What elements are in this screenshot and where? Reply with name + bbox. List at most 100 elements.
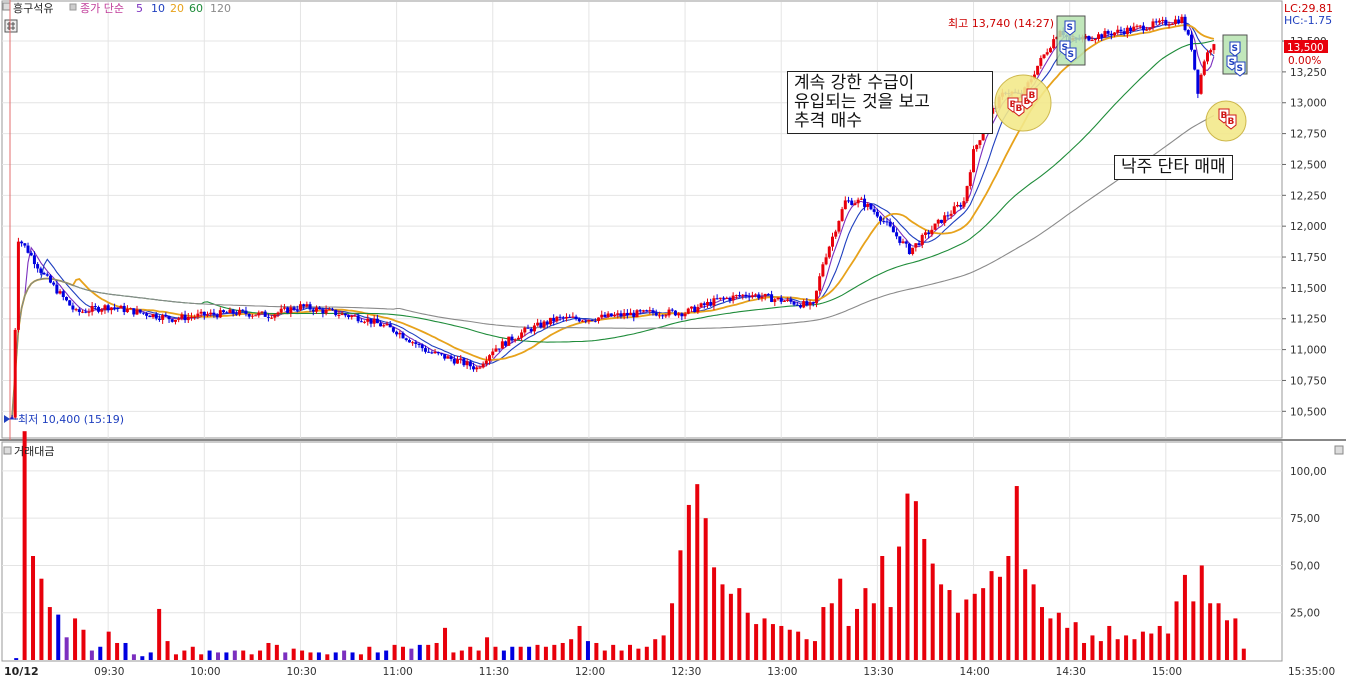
candle-body	[898, 236, 902, 243]
candle-body	[657, 315, 661, 317]
volume-bar	[1107, 625, 1112, 660]
candle-body	[859, 198, 863, 200]
ma-period-120: 120	[210, 2, 231, 15]
candle-body	[593, 320, 597, 322]
candle-body	[1052, 39, 1056, 49]
annotation-dip-trade: 낙주 단타 매매	[1114, 155, 1233, 180]
candle-body	[798, 305, 802, 308]
dip-sell-marker-0-label: S	[1232, 44, 1238, 54]
candle-body	[516, 337, 520, 340]
candle-body	[353, 315, 357, 317]
candle-body	[39, 268, 43, 273]
candle-body	[555, 316, 559, 322]
candle-body	[331, 309, 335, 311]
candle-body	[1100, 34, 1104, 38]
candle-body	[347, 315, 351, 318]
volume-bar	[754, 624, 759, 660]
candle-body	[340, 313, 344, 315]
time-tick-label: 10:00	[190, 666, 220, 678]
volume-bar	[1157, 625, 1162, 660]
candle-body	[959, 204, 963, 207]
candle-body	[757, 294, 761, 299]
candle-body	[295, 309, 299, 311]
candle-body	[270, 317, 274, 319]
candle-body	[1151, 21, 1155, 28]
candle-body	[664, 315, 668, 317]
volume-menu-icon[interactable]	[3, 446, 12, 455]
volume-bar	[913, 501, 918, 660]
candle-body	[654, 312, 658, 316]
candle-body	[13, 329, 17, 418]
candle-body	[23, 243, 27, 246]
candle-body	[955, 204, 959, 207]
volume-bar	[1082, 642, 1087, 660]
grid-toggle-icon[interactable]	[4, 19, 18, 33]
candle-body	[196, 313, 200, 317]
volume-bar	[131, 654, 136, 660]
candle-body	[568, 316, 572, 318]
volume-bar	[207, 650, 212, 660]
candle-body	[407, 340, 411, 343]
candle-body	[398, 332, 402, 335]
price-tick-label: 13,000	[1290, 98, 1327, 110]
legend-toggle-icon[interactable]	[69, 3, 77, 11]
candle-body	[821, 264, 825, 277]
candle-body	[209, 312, 213, 315]
candle-body	[808, 302, 812, 306]
volume-bar	[89, 650, 94, 660]
candle-body	[1205, 52, 1209, 62]
candle-body	[939, 219, 943, 223]
volume-bar	[1166, 633, 1171, 660]
volume-bar	[1023, 569, 1028, 660]
candle-body	[254, 315, 258, 317]
time-tick-label: 13:30	[863, 666, 893, 678]
candle-body	[324, 309, 328, 314]
volume-panel-close-icon[interactable]	[1334, 445, 1344, 455]
candle-body	[680, 313, 684, 317]
volume-bar	[510, 646, 515, 660]
candle-body	[766, 293, 770, 295]
candle-body	[693, 306, 697, 313]
volume-bar	[838, 578, 843, 660]
candle-body	[917, 243, 921, 245]
volume-bar	[182, 650, 187, 660]
candle-body	[97, 307, 101, 312]
candle-body	[529, 328, 533, 332]
candle-body	[891, 226, 895, 233]
dip-sell-marker-2-label: S	[1237, 64, 1243, 74]
candle-body	[699, 303, 703, 308]
candle-body	[574, 316, 578, 319]
candle-body	[1189, 34, 1193, 50]
volume-bar	[720, 584, 725, 660]
candle-body	[260, 311, 264, 313]
candle-body	[968, 172, 972, 187]
candle-body	[920, 234, 924, 245]
volume-bar	[1073, 622, 1078, 660]
volume-bar	[224, 652, 229, 660]
candle-body	[1173, 19, 1177, 24]
candle-body	[641, 310, 645, 312]
volume-bar	[31, 556, 36, 660]
candle-body	[183, 314, 187, 321]
candle-body	[363, 321, 367, 323]
volume-bar	[644, 646, 649, 660]
candle-body	[116, 307, 120, 309]
candle-body	[587, 319, 591, 322]
candle-body	[247, 313, 251, 317]
price-tick-label: 12,250	[1290, 190, 1327, 202]
volume-bar	[594, 642, 599, 660]
volume-bar	[518, 646, 523, 660]
price-tick-label: 12,000	[1290, 221, 1327, 233]
volume-bar	[165, 641, 170, 660]
candle-body	[545, 321, 549, 325]
volume-bar	[1098, 641, 1103, 660]
candle-body	[497, 348, 501, 350]
volume-bar	[14, 658, 19, 660]
volume-tick-label: 100,00	[1290, 466, 1327, 478]
ma-period-20: 20	[170, 2, 184, 15]
volume-bar	[897, 546, 902, 660]
volume-bar	[628, 644, 632, 660]
candle-body	[122, 305, 126, 313]
panel-menu-icon[interactable]	[2, 2, 11, 11]
candle-body	[1093, 38, 1097, 41]
